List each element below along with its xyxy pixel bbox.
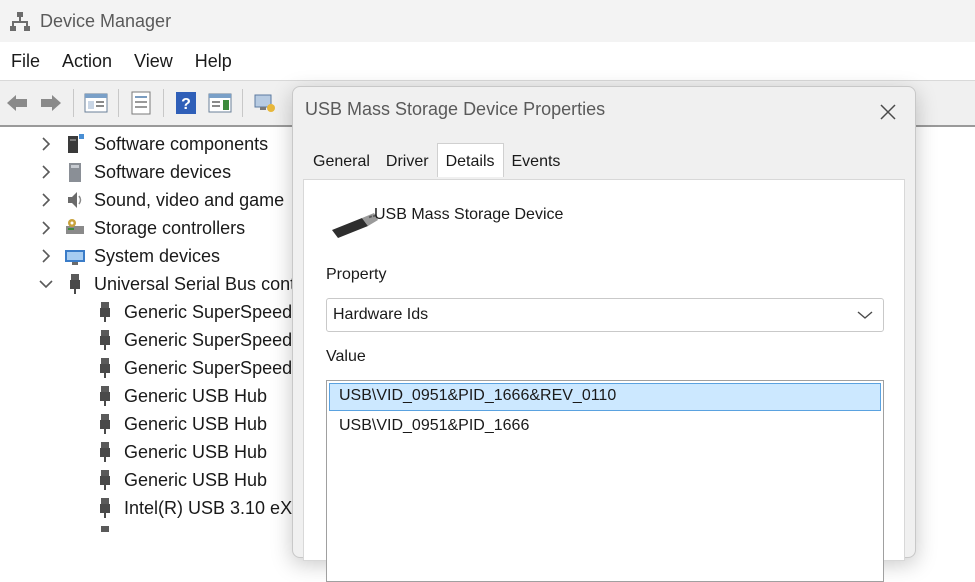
tree-item-generic-usb-hub[interactable]: Generic USB Hub — [94, 466, 267, 494]
tree-item-generic-superspeed[interactable]: Generic SuperSpeed — [94, 354, 292, 382]
device-manager-icon — [10, 11, 30, 31]
tree-item-label: Generic USB Hub — [124, 385, 268, 406]
svg-text:?: ? — [181, 96, 191, 113]
tree-item-partial — [94, 522, 124, 532]
toolbar-separator — [242, 89, 243, 117]
tab-strip: General Driver Details Events — [305, 143, 569, 179]
property-label: Property — [326, 266, 387, 283]
property-dropdown-value: Hardware Ids — [333, 306, 429, 323]
list-item[interactable]: USB\VID_0951&PID_1666&REV_0110 — [329, 383, 881, 411]
tree-item-generic-usb-hub[interactable]: Generic USB Hub — [94, 410, 267, 438]
show-hide-tree-icon[interactable] — [82, 89, 110, 117]
chevron-down-icon — [855, 305, 875, 325]
tree-item-software-components[interactable]: Software components — [38, 130, 268, 158]
toolbar-separator — [163, 89, 164, 117]
value-label: Value — [326, 348, 366, 365]
device-name: USB Mass Storage Device — [374, 206, 564, 223]
tree-item-label: Generic SuperSpeed — [124, 301, 293, 322]
tree-item-software-devices[interactable]: Software devices — [38, 158, 231, 186]
toolbar-separator — [118, 89, 119, 117]
usb-icon — [64, 273, 86, 295]
title-bar: Device Manager — [0, 0, 975, 42]
tree-item-label: Generic SuperSpeed — [124, 357, 293, 378]
action-pane-icon[interactable] — [206, 89, 234, 117]
chevron-right-icon[interactable] — [38, 248, 54, 264]
usb-drive-icon — [328, 204, 380, 238]
value-listbox[interactable]: USB\VID_0951&PID_1666&REV_0110 USB\VID_0… — [326, 380, 884, 582]
tree-item-label: Intel(R) USB 3.10 eXte — [124, 497, 300, 518]
chevron-right-icon[interactable] — [38, 164, 54, 180]
tree-item-label: Software devices — [94, 161, 232, 182]
tree-item-label: Generic SuperSpeed — [124, 329, 293, 350]
tab-general[interactable]: General — [305, 147, 378, 177]
tree-item-generic-usb-hub[interactable]: Generic USB Hub — [94, 382, 267, 410]
software-component-icon — [64, 133, 86, 155]
chevron-right-icon[interactable] — [38, 220, 54, 236]
chevron-right-icon[interactable] — [38, 136, 54, 152]
tree-item-storage-controllers[interactable]: Storage controllers — [38, 214, 245, 242]
properties-dialog: USB Mass Storage Device Properties Gener… — [292, 86, 916, 582]
storage-controller-icon — [64, 217, 86, 239]
tree-item-label: System devices — [94, 245, 221, 266]
chevron-right-icon[interactable] — [38, 192, 54, 208]
tree-item-universal-serial-bus[interactable]: Universal Serial Bus cont — [38, 270, 295, 298]
tree-item-generic-usb-hub[interactable]: Generic USB Hub — [94, 438, 267, 466]
forward-arrow-icon[interactable] — [37, 89, 65, 117]
toolbar-separator — [73, 89, 74, 117]
help-icon[interactable]: ? — [172, 89, 200, 117]
usb-icon — [94, 329, 116, 351]
tree-item-label: Software components — [94, 133, 269, 154]
usb-icon — [94, 469, 116, 491]
menu-action[interactable]: Action — [51, 51, 123, 72]
tree-item-label: Generic USB Hub — [124, 413, 268, 434]
software-device-icon — [64, 161, 86, 183]
menu-file[interactable]: File — [0, 51, 51, 72]
tree-item-system-devices[interactable]: System devices — [38, 242, 220, 270]
chevron-down-icon[interactable] — [38, 276, 54, 292]
back-arrow-icon[interactable] — [3, 89, 31, 117]
properties-icon[interactable] — [127, 89, 155, 117]
tree-item-label: Universal Serial Bus cont — [94, 273, 296, 294]
system-device-icon — [64, 245, 86, 267]
usb-icon — [94, 525, 116, 532]
tree-item-sound-video-game[interactable]: Sound, video and game — [38, 186, 284, 214]
usb-icon — [94, 357, 116, 379]
tree-item-label: Generic USB Hub — [124, 441, 268, 462]
tree-item-intel-usb-extensible[interactable]: Intel(R) USB 3.10 eXte — [94, 494, 300, 522]
close-icon[interactable] — [877, 101, 899, 123]
usb-icon — [94, 301, 116, 323]
tab-events[interactable]: Events — [504, 147, 569, 177]
tree-item-generic-superspeed[interactable]: Generic SuperSpeed — [94, 326, 292, 354]
details-panel: USB Mass Storage Device Property Hardwar… — [303, 179, 905, 582]
tree-item-label: Storage controllers — [94, 217, 246, 238]
menu-help[interactable]: Help — [184, 51, 243, 72]
tab-driver[interactable]: Driver — [378, 147, 437, 177]
device-tree: Software components Software devices Sou… — [0, 126, 300, 532]
tree-item-generic-superspeed[interactable]: Generic SuperSpeed — [94, 298, 292, 326]
property-dropdown[interactable]: Hardware Ids — [326, 298, 884, 332]
tab-details[interactable]: Details — [436, 143, 504, 177]
menu-bar: File Action View Help — [0, 42, 975, 80]
dialog-title: USB Mass Storage Device Properties — [305, 99, 606, 119]
usb-icon — [94, 497, 116, 519]
menu-view[interactable]: View — [123, 51, 184, 72]
scan-hardware-icon[interactable] — [251, 89, 279, 117]
list-item[interactable]: USB\VID_0951&PID_1666 — [329, 413, 881, 439]
speaker-icon — [64, 189, 86, 211]
usb-icon — [94, 441, 116, 463]
tree-item-label: Sound, video and game — [94, 189, 285, 210]
usb-icon — [94, 385, 116, 407]
tree-item-label: Generic USB Hub — [124, 469, 268, 490]
window-title: Device Manager — [40, 10, 172, 31]
usb-icon — [94, 413, 116, 435]
